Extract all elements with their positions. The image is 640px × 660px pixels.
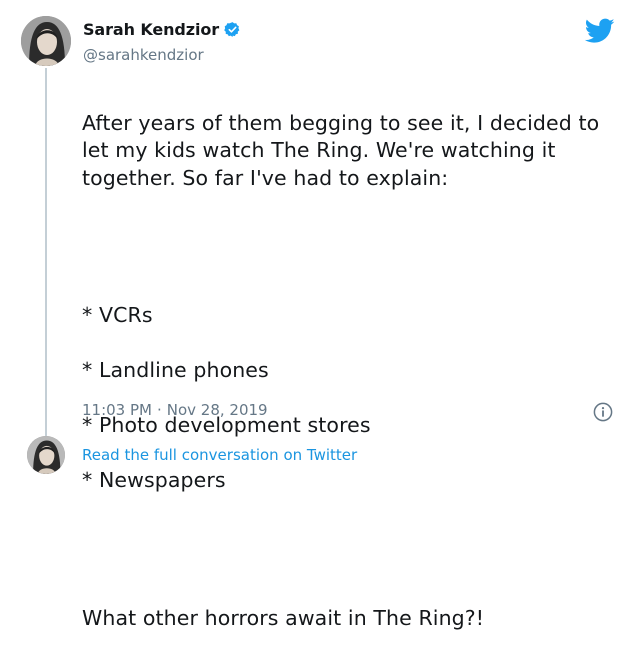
- twitter-bird-icon[interactable]: [585, 18, 615, 44]
- tweet-date: Nov 28, 2019: [166, 401, 268, 419]
- info-icon[interactable]: [593, 402, 613, 422]
- tweet-card: Sarah Kendzior @sarahkendzior After year…: [0, 0, 640, 630]
- list-item: * Landline phones: [82, 358, 269, 382]
- list-item: * Newspapers: [82, 468, 226, 492]
- list-item: * VCRs: [82, 303, 153, 327]
- footer-avatar[interactable]: [27, 436, 65, 474]
- read-full-conversation-link[interactable]: Read the full conversation on Twitter: [82, 446, 357, 464]
- author-name-row: Sarah Kendzior: [83, 20, 241, 39]
- tweet-closing: What other horrors await in The Ring?!: [82, 605, 485, 630]
- tweet-timestamp[interactable]: 11:03 PM · Nov 28, 2019: [82, 401, 268, 419]
- tweet-intro: After years of them begging to see it, I…: [82, 110, 600, 190]
- author-name[interactable]: Sarah Kendzior: [83, 20, 219, 39]
- tweet-list: * VCRs * Landline phones * Photo develop…: [82, 275, 622, 523]
- footer-avatar-photo: [27, 436, 65, 474]
- timestamp-separator: ·: [156, 401, 162, 419]
- tweet-time: 11:03 PM: [82, 401, 152, 419]
- verified-badge-icon: [224, 22, 240, 37]
- avatar-photo: [21, 16, 71, 66]
- tweet-text: After years of them begging to see it, I…: [82, 82, 622, 660]
- author-avatar[interactable]: [21, 16, 71, 66]
- author-handle[interactable]: @sarahkendzior: [83, 46, 204, 64]
- thread-connector-line: [45, 68, 47, 443]
